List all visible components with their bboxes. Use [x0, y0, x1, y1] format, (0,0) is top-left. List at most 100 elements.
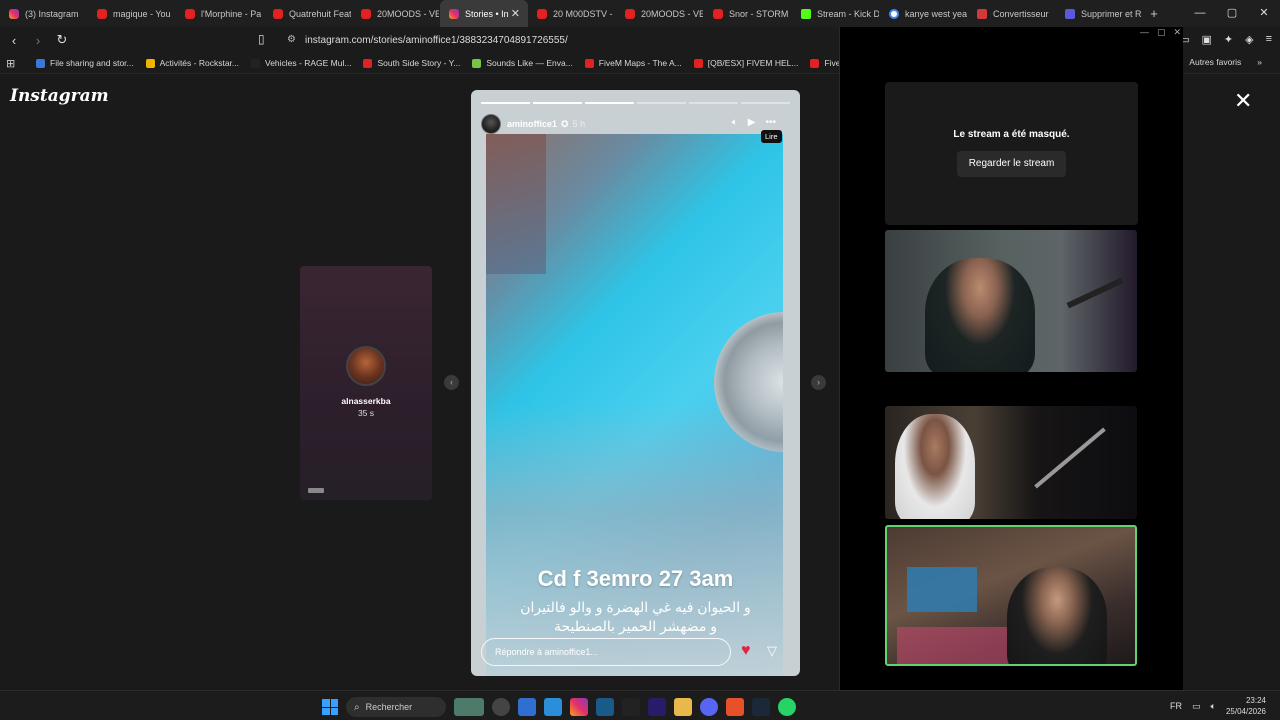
instagram-app-icon[interactable]: [570, 698, 588, 716]
v-app-icon[interactable]: [596, 698, 614, 716]
close-window-button[interactable]: ✕: [1248, 0, 1280, 27]
browser-tab[interactable]: Supprimer et R: [1056, 0, 1144, 27]
epic-games-icon[interactable]: [622, 698, 640, 716]
close-icon[interactable]: ✕: [1234, 88, 1252, 114]
story-controls: 🔈︎ ▶ •••: [732, 117, 776, 128]
side-story-time: 35 s: [357, 408, 375, 418]
clock[interactable]: 23:24 25/04/2026: [1226, 695, 1266, 717]
address-bar[interactable]: ⚙ instagram.com/stories/aminoffice1/3883…: [279, 29, 839, 51]
wallet-icon[interactable]: ▣: [1201, 33, 1211, 46]
browser-tab[interactable]: kanye west yea: [880, 0, 968, 27]
webcam-feed-3-active[interactable]: [885, 525, 1137, 666]
close-tab-icon[interactable]: ✕: [511, 7, 520, 20]
youtube-icon: [97, 8, 107, 19]
copilot-icon[interactable]: [492, 698, 510, 716]
outlook-icon[interactable]: [544, 698, 562, 716]
network-icon[interactable]: ▭: [1192, 701, 1201, 712]
side-story-username: alnasserkba: [341, 396, 391, 406]
overlay-minimize-button[interactable]: —: [1140, 27, 1149, 38]
store-icon[interactable]: [518, 698, 536, 716]
tab-title: Stream - Kick D: [817, 8, 879, 19]
story-progress-segment: [533, 102, 582, 104]
bookmark-item[interactable]: Vehicles - RAGE Mul...: [251, 58, 351, 68]
browser-tab[interactable]: magique - You: [88, 0, 176, 27]
desk-lights: [897, 627, 1017, 664]
start-icon[interactable]: [322, 699, 338, 715]
bookmark-icon[interactable]: ▯: [258, 32, 265, 46]
discord-icon[interactable]: [700, 698, 718, 716]
bookmark-item[interactable]: Sounds Like — Enva...: [472, 58, 573, 68]
windows-taskbar: ⌕ Rechercher FR ▭ 🔈︎ 23:24 25/04/2026: [0, 690, 1280, 720]
bookmarks-overflow-icon[interactable]: »: [1257, 57, 1262, 67]
steam-icon[interactable]: [752, 698, 770, 716]
overlay-window-controls: — ▢ ✕: [1140, 27, 1181, 38]
webcam-feed-1[interactable]: [885, 230, 1137, 372]
file-explorer-icon[interactable]: [674, 698, 692, 716]
send-icon[interactable]: ▽: [767, 643, 777, 659]
watch-stream-button[interactable]: Regarder le stream: [957, 151, 1066, 177]
other-bookmarks-link[interactable]: Autres favoris: [1189, 57, 1241, 67]
previous-story-arrow-icon[interactable]: ‹: [444, 375, 459, 390]
tab-title: l'Morphine - Pa: [201, 8, 262, 19]
play-icon[interactable]: ▶: [748, 117, 756, 128]
apps-grid-icon[interactable]: ⊞: [6, 57, 24, 70]
taskbar-search-label: Rechercher: [365, 702, 413, 712]
browser-tab[interactable]: Convertisseur: [968, 0, 1056, 27]
browser-tab[interactable]: Stream - Kick D: [792, 0, 880, 27]
bookmark-label: South Side Story - Y...: [377, 58, 461, 68]
forward-button[interactable]: ›: [28, 33, 48, 48]
story-username[interactable]: aminoffice1: [507, 119, 557, 129]
back-button[interactable]: ‹: [4, 33, 24, 48]
overlay-close-button[interactable]: ✕: [1173, 27, 1181, 38]
masked-stream-title: Le stream a été masqué.: [953, 129, 1070, 140]
story-image: [486, 134, 783, 676]
webcam-feed-2[interactable]: [885, 406, 1137, 519]
audition-icon[interactable]: [648, 698, 666, 716]
menu-icon[interactable]: ≡: [1266, 33, 1272, 46]
browser-tab[interactable]: 20 M00DSTV -: [528, 0, 616, 27]
taskbar-search[interactable]: ⌕ Rechercher: [346, 697, 446, 717]
story-header: aminoffice1 ✪ 5 h 🔈︎ ▶ •••: [481, 113, 790, 135]
story-caption-line3: و مضهشر الحمير بالصنطيحة: [553, 618, 718, 634]
vpn-icon[interactable]: ◈: [1245, 33, 1253, 46]
widgets-icon[interactable]: [454, 698, 484, 716]
new-tab-button[interactable]: +: [1144, 6, 1164, 21]
next-story-arrow-icon[interactable]: ›: [811, 375, 826, 390]
site-info-icon[interactable]: ⚙: [287, 34, 296, 45]
browser-tab[interactable]: Stories • In ✕: [440, 0, 528, 27]
tray-language[interactable]: FR: [1170, 701, 1182, 711]
tab-title: Quatrehuit Feat: [289, 8, 351, 19]
speaker-icon[interactable]: 🔈︎: [1211, 701, 1216, 712]
story-viewer[interactable]: aminoffice1 ✪ 5 h 🔈︎ ▶ ••• Lire Cd f 3em…: [471, 90, 800, 676]
volume-icon[interactable]: 🔈︎: [732, 117, 738, 128]
browser-tab[interactable]: Snor - STORM: [704, 0, 792, 27]
browser-tab[interactable]: 20MOODS - VE: [616, 0, 704, 27]
bookmark-item[interactable]: File sharing and stor...: [36, 58, 134, 68]
bookmark-item[interactable]: [QB/ESX] FIVEM HEL...: [693, 58, 798, 68]
browser-tab[interactable]: (3) Instagram: [0, 0, 88, 27]
brave-icon[interactable]: [726, 698, 744, 716]
maximize-button[interactable]: ▢: [1216, 0, 1248, 27]
bookmark-item[interactable]: South Side Story - Y...: [363, 58, 460, 68]
minimize-button[interactable]: —: [1184, 0, 1216, 27]
browser-tab[interactable]: Quatrehuit Feat: [264, 0, 352, 27]
browser-tab[interactable]: 20MOODS - VE: [352, 0, 440, 27]
instagram-logo[interactable]: Instagram: [10, 86, 109, 106]
browser-tab[interactable]: l'Morphine - Pa: [176, 0, 264, 27]
bookmark-label: Vehicles - RAGE Mul...: [265, 58, 352, 68]
bookmark-item[interactable]: Activités - Rockstar...: [145, 58, 239, 68]
reload-button[interactable]: ↻: [52, 32, 72, 48]
story-avatar[interactable]: [481, 114, 501, 134]
more-options-icon[interactable]: •••: [765, 117, 776, 128]
leo-icon[interactable]: ✦: [1224, 33, 1233, 46]
overlay-maximize-button[interactable]: ▢: [1157, 27, 1166, 38]
like-heart-icon[interactable]: ♥: [741, 642, 751, 660]
reply-input[interactable]: Répondre à aminoffice1...: [481, 638, 731, 666]
bookmark-item[interactable]: FiveM Maps - The A...: [584, 58, 682, 68]
side-story-preview[interactable]: alnasserkba 35 s: [300, 266, 432, 500]
whatsapp-icon[interactable]: [778, 698, 796, 716]
monitor-glow: [907, 567, 977, 612]
verified-icon: ✪: [561, 118, 569, 129]
story-progress-segment: [637, 102, 686, 104]
google-icon: [889, 8, 899, 19]
